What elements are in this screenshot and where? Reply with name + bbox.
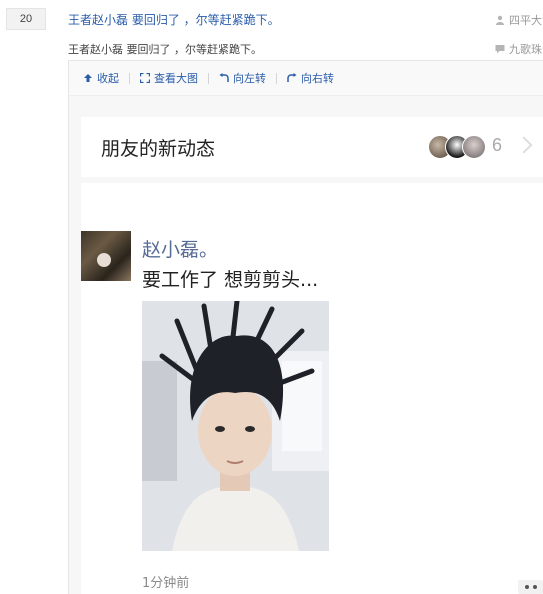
image-toolbar: 收起 查看大图 向左转 向右转 [69,61,543,96]
post-photo[interactable] [142,301,329,551]
last-reply-name: 九歌珠 [509,43,542,56]
divider [276,72,277,84]
rotate-right-button[interactable]: 向右转 [287,70,334,86]
rotate-right-icon [287,73,297,82]
rotate-right-label: 向右转 [301,72,334,85]
expand-icon [140,73,150,83]
divider [129,72,130,84]
more-options-button[interactable] [518,580,543,594]
comment-icon [495,45,505,54]
reply-count-badge: 20 [6,8,46,30]
thread-title-link[interactable]: 王者赵小磊 要回归了 ，尔等赶紧跪下。 [68,11,280,28]
new-moments-count: 6 [491,135,502,155]
friend-avatars [428,135,486,159]
user-icon [496,15,504,25]
post-timestamp: 1分钟前 [142,576,190,591]
thread-author[interactable]: 四平大 [495,12,542,28]
avatar [462,135,486,159]
view-large-button[interactable]: 查看大图 [140,70,198,86]
collapse-label: 收起 [97,72,119,85]
author-name: 四平大 [509,14,542,27]
moment-post: 赵小磊。 要工作了 想剪剪头... 1分钟前 [81,183,543,594]
rotate-left-icon [219,73,229,82]
divider [208,72,209,84]
last-reply[interactable]: 九歌珠 [495,41,542,57]
moments-title: 朋友的新动态 [101,137,216,160]
chevron-right-icon [515,136,533,154]
arrow-up-icon [84,74,92,82]
rotate-left-label: 向左转 [233,72,266,85]
image-preview-panel: 收起 查看大图 向左转 向右转 朋友的新动态 6 赵小磊。 要工作了 想剪剪头.… [68,60,543,594]
thread-summary: 王者赵小磊 要回归了 ，尔等赶紧跪下。 [68,43,262,56]
avatar[interactable] [81,231,131,281]
collapse-button[interactable]: 收起 [83,70,119,86]
rotate-left-button[interactable]: 向左转 [219,70,266,86]
view-large-label: 查看大图 [154,72,198,85]
post-author-name[interactable]: 赵小磊。 [142,235,218,262]
moments-header[interactable]: 朋友的新动态 6 [81,117,543,177]
post-text: 要工作了 想剪剪头... [142,269,319,291]
